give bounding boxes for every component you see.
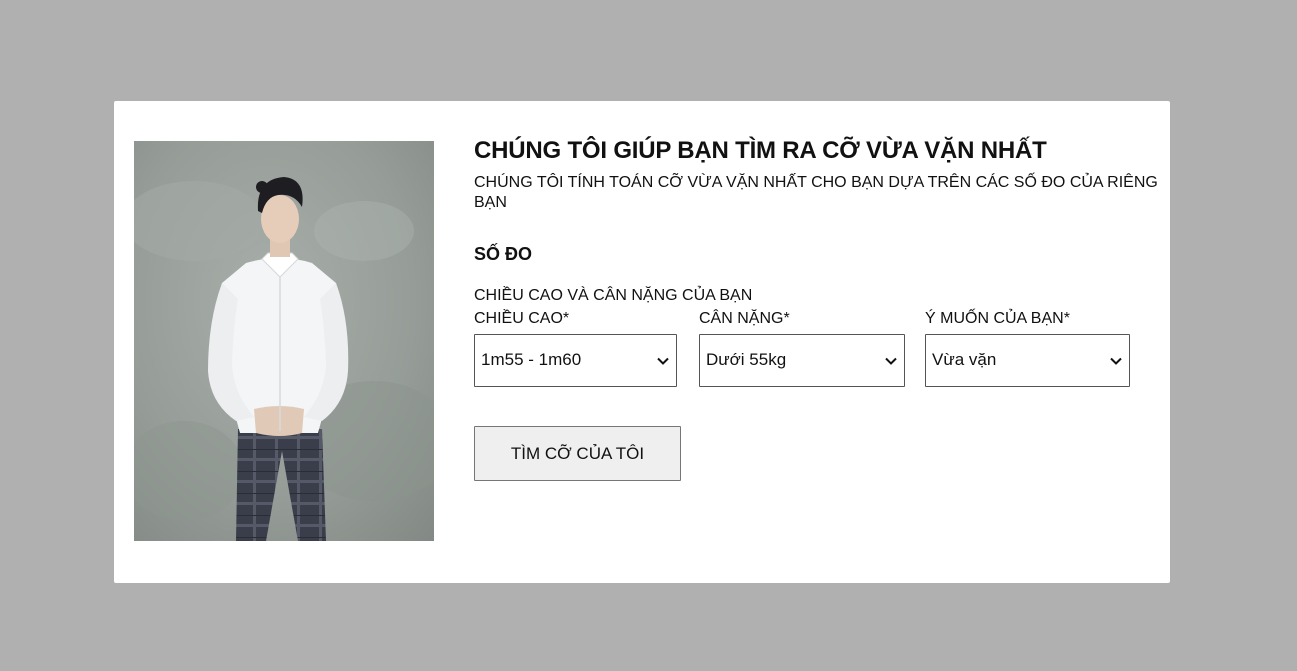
- modal-subtitle: CHÚNG TÔI TÍNH TOÁN CỠ VỪA VẶN NHẤT CHO …: [474, 174, 1158, 211]
- size-finder-content: CHÚNG TÔI GIÚP BẠN TÌM RA CỠ VỪA VẶN NHẤ…: [474, 137, 1164, 481]
- weight-label: CÂN NẶNG*: [699, 310, 790, 327]
- fit-preference-select[interactable]: Vừa vặn: [925, 334, 1130, 387]
- height-label: CHIỀU CAO*: [474, 310, 570, 327]
- section-description: CHIỀU CAO VÀ CÂN NẶNG CỦA BẠN: [474, 287, 753, 304]
- find-my-size-button[interactable]: TÌM CỠ CỦA TÔI: [474, 426, 681, 481]
- fit-preference-label: Ý MUỐN CỦA BẠN*: [925, 310, 1070, 327]
- fit-preference-field: Ý MUỐN CỦA BẠN* Vừa vặn: [925, 309, 1131, 387]
- weight-select[interactable]: Dưới 55kg: [699, 334, 905, 387]
- size-finder-modal: CHÚNG TÔI GIÚP BẠN TÌM RA CỠ VỪA VẶN NHẤ…: [114, 101, 1170, 583]
- weight-field: CÂN NẶNG* Dưới 55kg: [699, 309, 905, 387]
- height-field: CHIỀU CAO* 1m55 - 1m60: [474, 309, 680, 387]
- modal-title: CHÚNG TÔI GIÚP BẠN TÌM RA CỠ VỪA VẶN NHẤ…: [474, 137, 1047, 164]
- model-photo: [134, 141, 434, 541]
- chevron-down-icon: [657, 357, 669, 365]
- chevron-down-icon: [885, 357, 897, 365]
- height-select-value: 1m55 - 1m60: [481, 350, 582, 369]
- height-select[interactable]: 1m55 - 1m60: [474, 334, 677, 387]
- section-title: SỐ ĐO: [474, 244, 533, 264]
- model-photo-illustration: [134, 141, 434, 541]
- fit-preference-select-value: Vừa vặn: [932, 350, 997, 369]
- chevron-down-icon: [1110, 357, 1122, 365]
- weight-select-value: Dưới 55kg: [706, 350, 787, 369]
